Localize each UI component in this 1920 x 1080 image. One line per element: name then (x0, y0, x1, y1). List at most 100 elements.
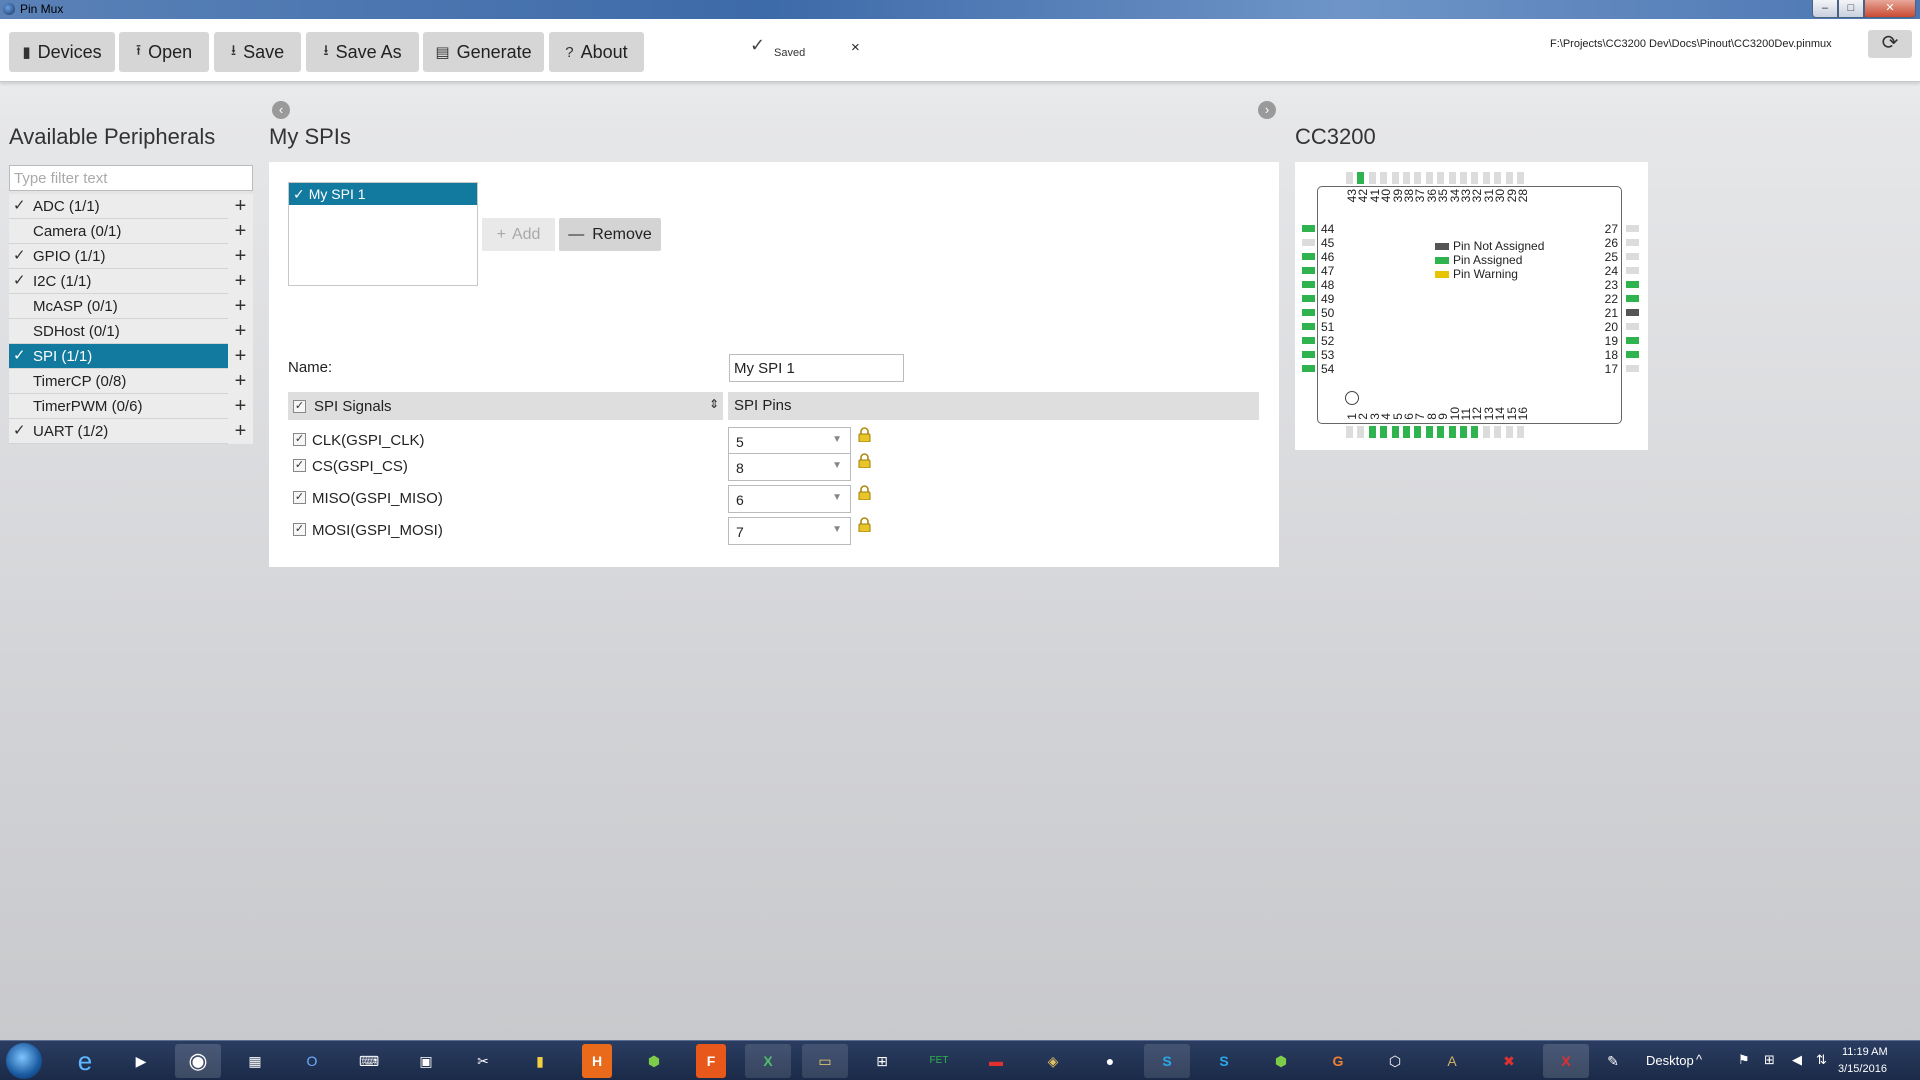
skype-business-icon[interactable]: S (1201, 1044, 1247, 1078)
chevron-up-icon[interactable]: ^ (1696, 1052, 1702, 1067)
explorer-icon[interactable]: ▭ (802, 1044, 848, 1078)
add-peripheral-button[interactable]: + (228, 219, 253, 244)
signal-checkbox[interactable]: ✓ (293, 491, 306, 504)
add-peripheral-button[interactable]: + (228, 319, 253, 344)
close-window-button[interactable]: ✕ (1864, 0, 1916, 18)
pin-select[interactable]: 7 ▼ (728, 517, 851, 545)
peripheral-item-timercp[interactable]: TimerCP (0/8) + (9, 369, 253, 394)
pad-top-39 (1391, 172, 1399, 184)
chrome-icon[interactable]: ◉ (175, 1044, 221, 1078)
pad-bottom-3 (1368, 426, 1376, 438)
add-peripheral-button[interactable]: + (228, 394, 253, 419)
collapse-left-button[interactable]: ‹ (272, 101, 290, 119)
paint-icon[interactable]: ✎ (1590, 1044, 1636, 1078)
add-peripheral-button[interactable]: + (228, 269, 253, 294)
code-composer-icon[interactable]: X (1543, 1044, 1589, 1078)
lock-icon[interactable] (858, 453, 871, 468)
desktop-toolbar[interactable]: Desktop (1646, 1053, 1694, 1068)
clock-date[interactable]: 3/15/2016 (1838, 1063, 1887, 1075)
minimize-button[interactable]: – (1812, 0, 1838, 18)
lock-icon[interactable] (858, 485, 871, 500)
skype-icon[interactable]: S (1144, 1044, 1190, 1078)
add-peripheral-button[interactable]: + (228, 294, 253, 319)
about-button[interactable]: ? About (549, 32, 644, 72)
android-studio-icon[interactable]: ⬢ (1258, 1044, 1304, 1078)
calculator-icon[interactable]: ▦ (232, 1044, 278, 1078)
tools-icon[interactable]: ✂ (460, 1044, 506, 1078)
f-app-icon[interactable]: F (696, 1044, 726, 1078)
pad-bottom-9 (1437, 426, 1445, 438)
refresh-button[interactable]: ⟳ (1868, 30, 1912, 58)
network-icon[interactable]: ⌨ (346, 1044, 392, 1078)
about-label: About (580, 41, 628, 62)
ti-tool-icon[interactable]: ▬ (973, 1044, 1019, 1078)
lock-icon[interactable] (858, 517, 871, 532)
media-player-icon[interactable]: ▶ (118, 1044, 164, 1078)
fet-msp-icon[interactable]: FET (916, 1044, 962, 1078)
save-button[interactable]: ⭳ Save (214, 32, 301, 72)
volume-icon[interactable]: ◀ (1792, 1052, 1802, 1068)
pdf-icon[interactable]: G (1315, 1044, 1361, 1078)
font-icon[interactable]: A (1429, 1044, 1475, 1078)
remote-desktop-icon[interactable]: ▣ (403, 1044, 449, 1078)
add-peripheral-button[interactable]: + (228, 244, 253, 269)
select-all-checkbox[interactable]: ✓ (293, 399, 306, 413)
h-app-icon[interactable]: H (582, 1044, 612, 1078)
devices-button[interactable]: ▮ Devices (9, 32, 115, 72)
peripheral-item-sdhost[interactable]: SDHost (0/1) + (9, 319, 253, 344)
peripheral-item-adc[interactable]: ✓ ADC (1/1) + (9, 194, 253, 219)
generate-button[interactable]: ▤ Generate (423, 32, 544, 72)
outlook-icon[interactable]: O (289, 1044, 335, 1078)
open-button[interactable]: ⭱ Open (119, 32, 209, 72)
peripheral-item-mcasp[interactable]: McASP (0/1) + (9, 294, 253, 319)
pin-select[interactable]: 6 ▼ (728, 485, 851, 513)
lock-icon[interactable] (858, 427, 871, 442)
maximize-button[interactable]: □ (1838, 0, 1864, 18)
filter-input[interactable] (9, 165, 253, 191)
windows-icon[interactable]: ⊞ (1764, 1052, 1775, 1068)
remove-button[interactable]: — Remove (559, 218, 661, 251)
pad-bottom-8 (1425, 426, 1433, 438)
notes-icon[interactable]: ▮ (517, 1044, 563, 1078)
add-button[interactable]: + Add (482, 218, 555, 251)
add-peripheral-button[interactable]: + (228, 419, 253, 444)
pin-select[interactable]: 8 ▼ (728, 453, 851, 481)
dismiss-saved-button[interactable]: × (851, 39, 860, 56)
collapse-right-button[interactable]: › (1258, 101, 1276, 119)
network-icon[interactable]: ⇅ (1816, 1052, 1827, 1068)
add-peripheral-button[interactable]: + (228, 344, 253, 369)
android-icon[interactable]: ⬢ (631, 1044, 677, 1078)
apps-grid-icon[interactable]: ⊞ (859, 1044, 905, 1078)
flag-icon[interactable]: ⚑ (1738, 1052, 1750, 1068)
signal-row-cs: ✓ CS(GSPI_CS) 8 ▼ (288, 450, 1259, 482)
x-app-icon[interactable]: ✖ (1486, 1044, 1532, 1078)
add-peripheral-button[interactable]: + (228, 194, 253, 219)
app-icon (3, 3, 15, 15)
signals-header: ✓ SPI Signals ⇕ SPI Pins (288, 392, 1259, 420)
eclipse-icon[interactable]: ● (1087, 1044, 1133, 1078)
signal-checkbox[interactable]: ✓ (293, 523, 306, 536)
sort-icon[interactable]: ⇕ (709, 397, 719, 411)
box-icon[interactable]: ⬡ (1372, 1044, 1418, 1078)
peripheral-item-gpio[interactable]: ✓ GPIO (1/1) + (9, 244, 253, 269)
name-input[interactable] (729, 354, 904, 382)
excel-icon[interactable]: X (745, 1044, 791, 1078)
save-as-button[interactable]: ⭳ Save As (306, 32, 419, 72)
peripheral-item-uart[interactable]: ✓ UART (1/2) + (9, 419, 253, 444)
ie-icon[interactable]: e (62, 1044, 108, 1078)
peripheral-item-timerpwm[interactable]: TimerPWM (0/6) + (9, 394, 253, 419)
add-peripheral-button[interactable]: + (228, 369, 253, 394)
chevron-down-icon: ▼ (832, 434, 842, 445)
peripheral-item-camera[interactable]: Camera (0/1) + (9, 219, 253, 244)
peripheral-item-spi[interactable]: ✓ SPI (1/1) + (9, 344, 253, 369)
signal-checkbox[interactable]: ✓ (293, 433, 306, 446)
signals-column-header[interactable]: ✓ SPI Signals ⇕ (288, 392, 723, 420)
signal-checkbox[interactable]: ✓ (293, 459, 306, 472)
clock-time[interactable]: 11:19 AM (1842, 1046, 1888, 1058)
start-button[interactable] (6, 1043, 42, 1079)
instance-item[interactable]: ✓ My SPI 1 (289, 183, 477, 205)
package-icon[interactable]: ◈ (1030, 1044, 1076, 1078)
chip-panel: 43 42 41 40 39 38 37 36 35 34 33 32 31 30 29 28 1 2 3 4 5 6 7 8… (1295, 162, 1648, 450)
peripheral-item-i2c[interactable]: ✓ I2C (1/1) + (9, 269, 253, 294)
peripheral-label: ADC (1/1) (33, 198, 100, 215)
